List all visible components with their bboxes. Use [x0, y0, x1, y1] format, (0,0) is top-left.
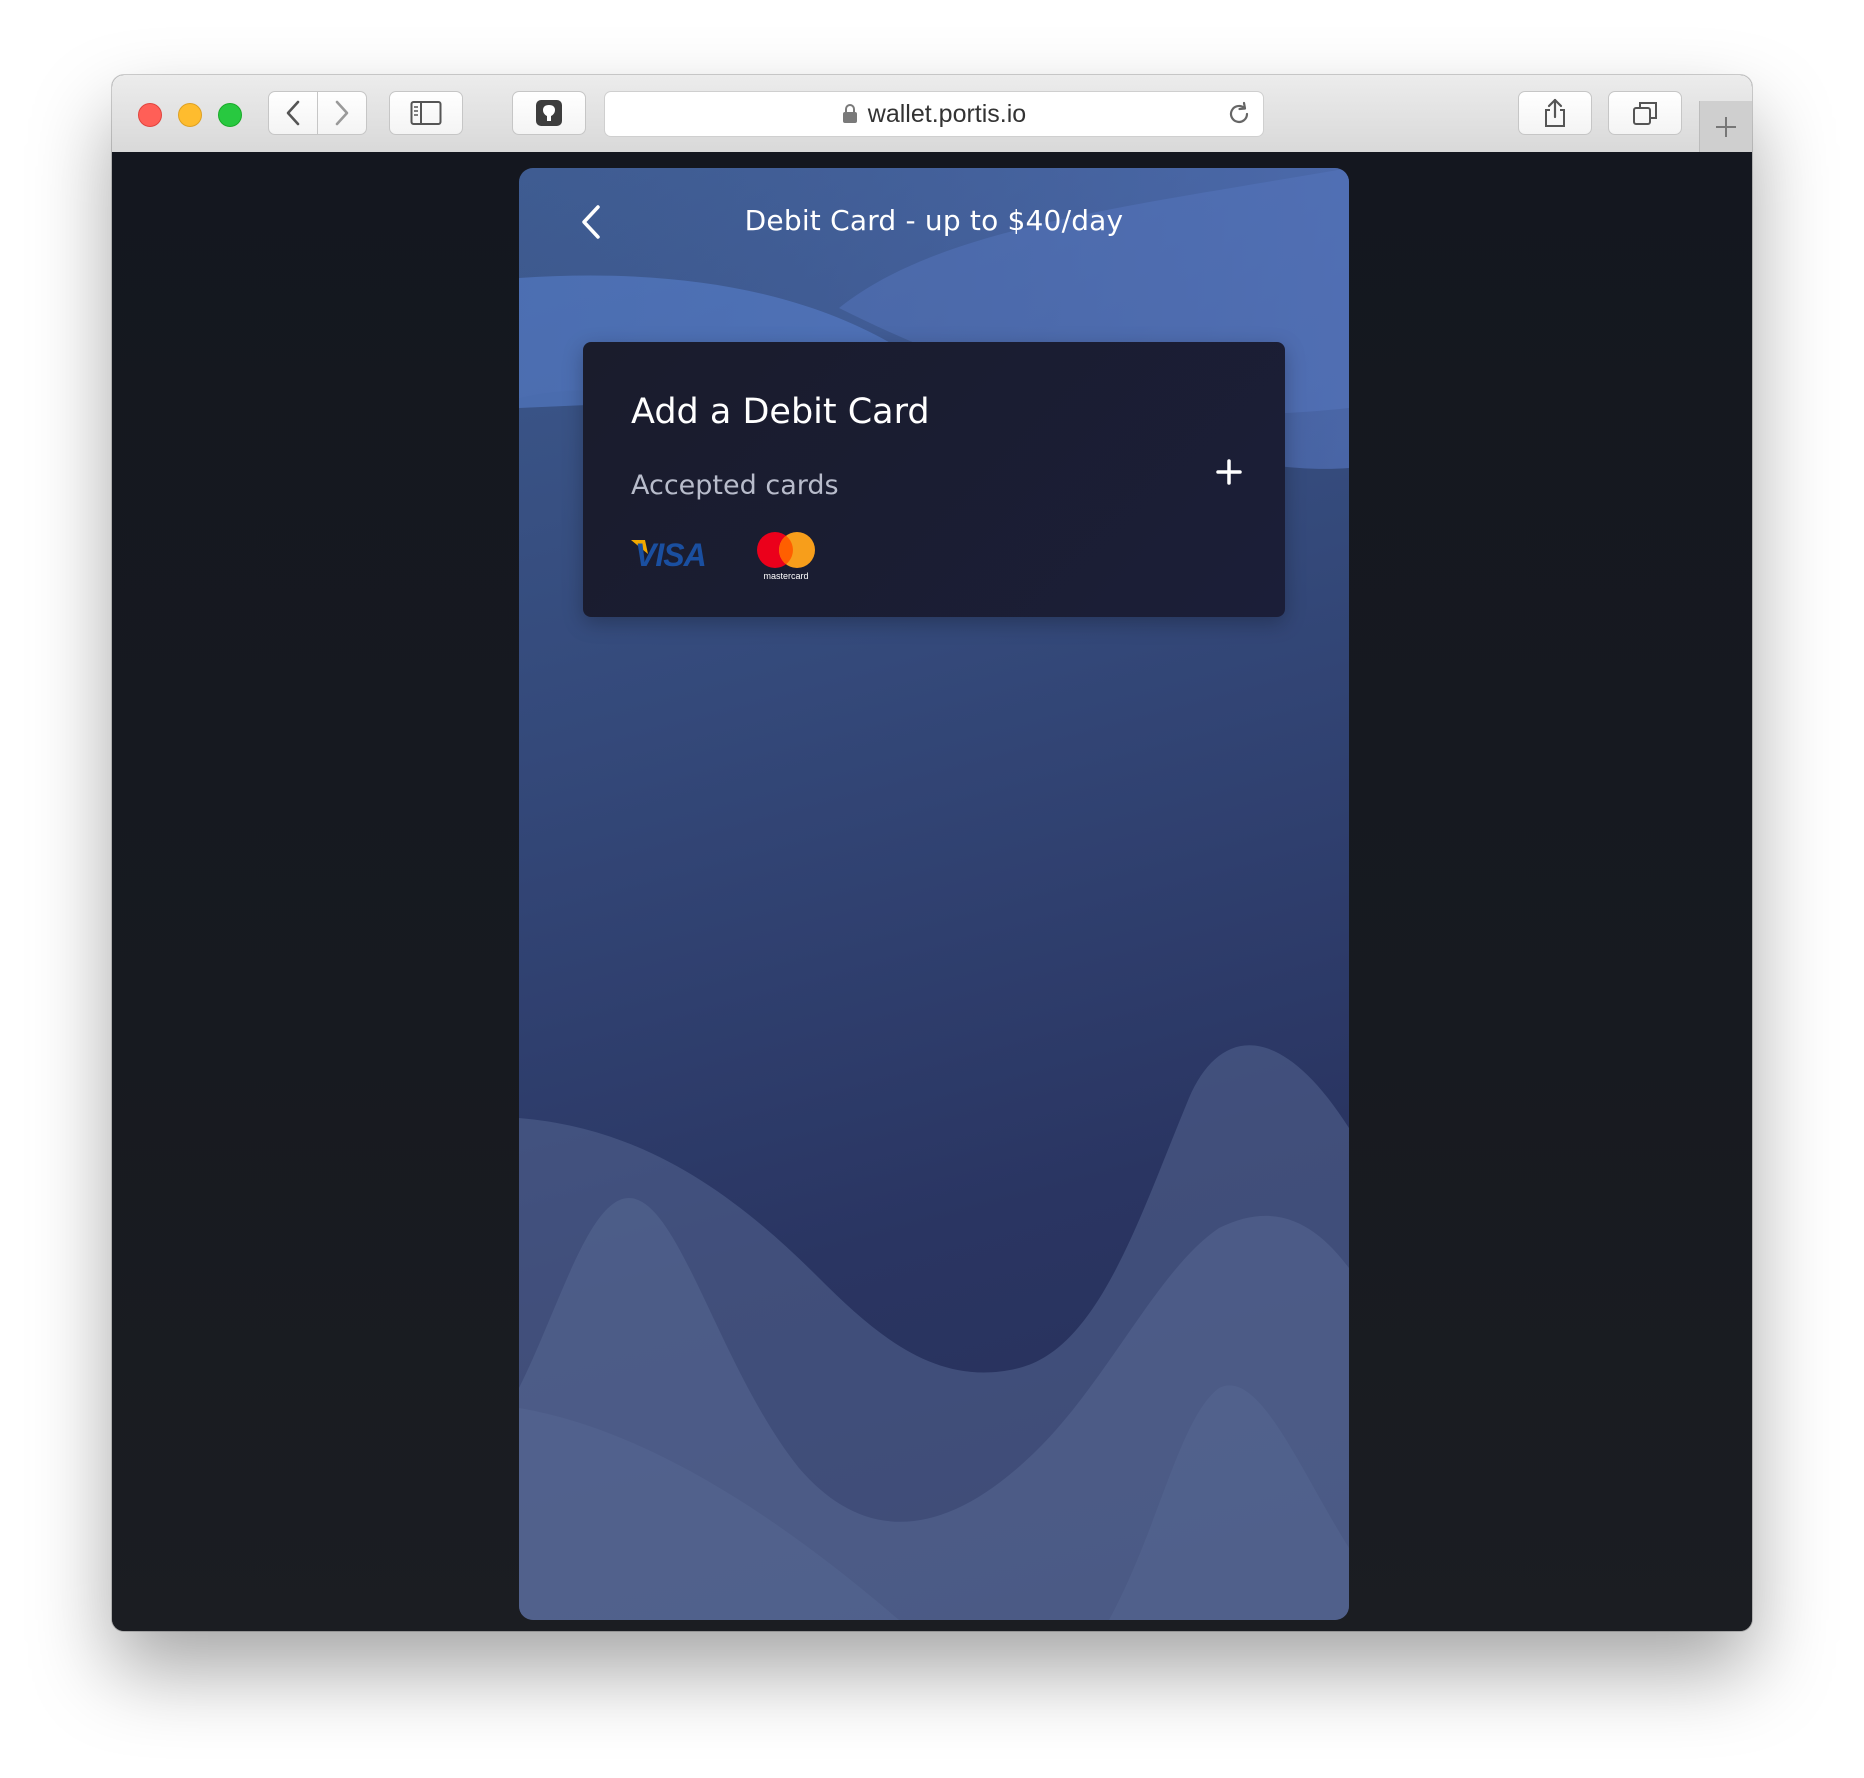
shield-extension-icon — [536, 100, 562, 126]
address-bar[interactable]: wallet.portis.io — [604, 91, 1264, 137]
share-icon — [1545, 98, 1565, 127]
forward-icon — [335, 100, 349, 126]
reload-icon[interactable] — [1225, 100, 1253, 128]
plus-icon — [1716, 116, 1736, 137]
browser-back-button[interactable] — [268, 91, 318, 135]
tabs-overview-button[interactable] — [1608, 91, 1682, 135]
page-title: Debit Card - up to $40/day — [744, 204, 1124, 237]
browser-window: wallet.portis.io Debit Card - up to $40/… — [112, 75, 1752, 1631]
panel-header: Debit Card - up to $40/day — [519, 168, 1349, 278]
lock-icon — [842, 104, 857, 123]
new-tab-button[interactable] — [1699, 101, 1752, 152]
minimize-window-button[interactable] — [178, 103, 202, 127]
back-icon — [286, 100, 300, 126]
close-window-button[interactable] — [138, 103, 162, 127]
sidebar-toggle-button[interactable] — [389, 91, 463, 135]
tabs-icon — [1633, 102, 1657, 125]
zoom-window-button[interactable] — [218, 103, 242, 127]
extension-button[interactable] — [512, 91, 586, 135]
web-content: Debit Card - up to $40/day Add a Debit C… — [112, 152, 1752, 1631]
sidebar-icon — [410, 101, 442, 125]
share-button[interactable] — [1518, 91, 1592, 135]
mastercard-logo: mastercard — [757, 532, 815, 581]
wallet-panel: Debit Card - up to $40/day Add a Debit C… — [519, 168, 1349, 1620]
browser-toolbar: wallet.portis.io — [112, 75, 1752, 153]
add-debit-card-button[interactable]: Add a Debit Card Accepted cards VISA mas… — [583, 342, 1285, 617]
card-title: Add a Debit Card — [631, 392, 930, 432]
browser-forward-button[interactable] — [317, 91, 367, 135]
mastercard-logo-text: mastercard — [763, 571, 808, 581]
url-text: wallet.portis.io — [867, 99, 1027, 128]
visa-logo-text: VISA — [635, 538, 706, 568]
plus-icon[interactable] — [1209, 452, 1249, 492]
accepted-cards-label: Accepted cards — [631, 470, 839, 501]
visa-logo: VISA — [631, 538, 707, 568]
